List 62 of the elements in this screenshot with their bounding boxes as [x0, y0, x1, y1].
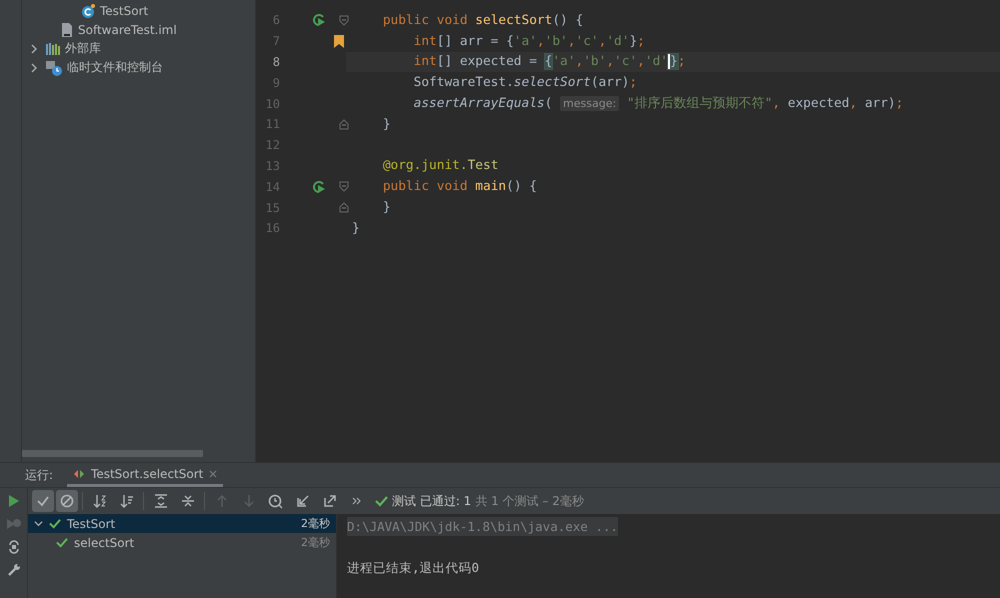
code-line: } — [382, 200, 391, 216]
fold-icon[interactable] — [339, 14, 349, 26]
history-icon[interactable] — [268, 494, 283, 508]
line-number: 12 — [264, 138, 280, 152]
tree-item[interactable]: 临时文件和控制台 — [67, 59, 163, 76]
class-icon — [80, 2, 96, 18]
panel-title: 运行: — [25, 466, 54, 484]
tree-item[interactable]: SoftwareTest.iml — [78, 22, 177, 36]
line-number: 8 — [272, 54, 280, 69]
bookmark-icon[interactable] — [334, 34, 344, 48]
code-line: int[] arr = {'a','b','c','d'}; — [412, 34, 645, 49]
line-number: 7 — [272, 34, 280, 48]
expand-all-icon[interactable] — [154, 494, 168, 508]
line-number: 10 — [264, 96, 280, 111]
ignored-icon[interactable] — [60, 494, 74, 508]
toggle-icon[interactable] — [6, 540, 20, 554]
scrollbar[interactable] — [22, 450, 203, 457]
run-icon[interactable] — [312, 13, 326, 28]
sort-icon[interactable] — [92, 494, 106, 508]
code-line: @org.junit.Test — [382, 158, 498, 174]
check-icon[interactable] — [36, 494, 50, 508]
line-number: 16 — [264, 221, 280, 236]
line-number: 14 — [264, 180, 280, 194]
code-line: SoftwareTest.selectSort(arr); — [412, 75, 638, 90]
line-number: 9 — [272, 76, 280, 90]
console-line: 进程已结束,退出代码0 — [347, 560, 480, 577]
check-icon — [56, 537, 68, 548]
code-line: int[] expected = {'a','b','c','d'}; — [412, 54, 686, 70]
close-icon[interactable] — [209, 470, 218, 478]
test-summary: 共 1 个测试 – 2毫秒 — [475, 492, 584, 510]
more-icon[interactable] — [352, 496, 362, 506]
sort-icon[interactable] — [120, 494, 134, 508]
line-number: 13 — [264, 158, 280, 173]
collapse-all-icon[interactable] — [180, 494, 194, 508]
tree-item[interactable]: 外部库 — [65, 40, 101, 57]
line-number: 11 — [264, 117, 280, 132]
fold-icon[interactable] — [339, 118, 349, 130]
run-tab[interactable]: TestSort.selectSort — [67, 463, 224, 487]
check-icon — [49, 518, 61, 529]
wrench-icon[interactable] — [6, 563, 20, 577]
fold-icon[interactable] — [339, 202, 349, 214]
code-line: public void selectSort() { — [382, 12, 584, 28]
junit-icon — [73, 468, 86, 478]
test-row[interactable]: TestSort 2毫秒 — [28, 514, 336, 533]
export-icon[interactable] — [322, 494, 336, 508]
import-icon[interactable] — [296, 494, 310, 508]
code-line: public void main() { — [382, 179, 537, 194]
line-number: 15 — [264, 200, 280, 215]
test-row[interactable]: selectSort 2毫秒 — [28, 533, 336, 552]
fold-icon[interactable] — [339, 181, 349, 192]
run-icon[interactable] — [312, 180, 326, 194]
check-icon — [375, 495, 388, 507]
library-icon — [45, 42, 61, 56]
code-line: } — [352, 220, 360, 236]
test-status: 测试 已通过: 1 — [392, 492, 472, 510]
scratches-icon — [45, 60, 63, 76]
tree-item[interactable]: TestSort — [100, 4, 148, 18]
code-line: assertArrayEquals( message: "排序后数组与预期不符", expected, arr); — [412, 95, 904, 112]
file-icon — [60, 22, 74, 38]
code-line: } — [382, 116, 391, 132]
run-icon[interactable] — [8, 494, 20, 508]
line-number: 6 — [272, 13, 280, 28]
